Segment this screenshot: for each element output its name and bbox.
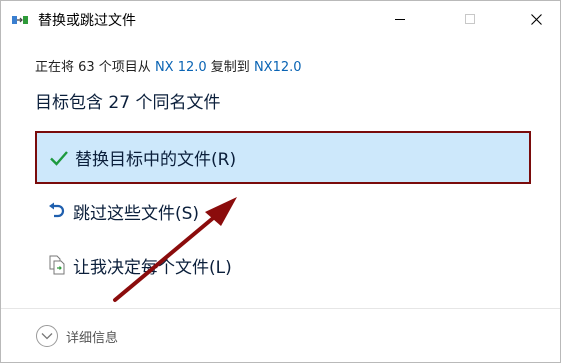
close-icon (530, 10, 542, 29)
file-move-icon (12, 12, 28, 26)
file-compare-icon (45, 253, 69, 277)
progress-middle: 复制到 (206, 60, 254, 75)
more-details-toggle[interactable]: 详细信息 (36, 324, 118, 348)
more-details-label: 详细信息 (66, 330, 119, 346)
skip-files-option[interactable]: 跳过这些文件(S) (35, 185, 531, 237)
footer-divider (1, 308, 560, 309)
maximize-icon (465, 14, 475, 24)
replace-files-option[interactable]: 替换目标中的文件(R) (35, 131, 531, 184)
window-title: 替换或跳过文件 (38, 13, 136, 29)
chevron-down-icon (36, 325, 58, 347)
replace-or-skip-dialog: 替换或跳过文件 正在将 63 个项目从 NX 12.0 复制到 NX12.0 目… (0, 0, 561, 363)
source-folder-link[interactable]: NX 12.0 (155, 60, 207, 75)
decide-each-file-option[interactable]: 让我决定每个文件(L) (35, 239, 531, 291)
minimize-icon (395, 18, 405, 20)
maximize-button (447, 1, 493, 37)
replace-files-label: 替换目标中的文件(R) (75, 150, 237, 170)
close-button[interactable] (513, 1, 559, 37)
undo-arrow-icon (45, 199, 69, 223)
title-bar[interactable]: 替换或跳过文件 (1, 1, 560, 37)
skip-files-label: 跳过这些文件(S) (73, 203, 200, 224)
progress-prefix: 正在将 63 个项目从 (35, 60, 155, 75)
destination-folder-link[interactable]: NX12.0 (254, 60, 302, 75)
conflict-headline: 目标包含 27 个同名文件 (35, 93, 221, 113)
copy-progress-text: 正在将 63 个项目从 NX 12.0 复制到 NX12.0 (35, 56, 302, 75)
minimize-button[interactable] (377, 1, 423, 37)
checkmark-icon (47, 146, 71, 170)
decide-each-file-label: 让我决定每个文件(L) (73, 257, 232, 278)
